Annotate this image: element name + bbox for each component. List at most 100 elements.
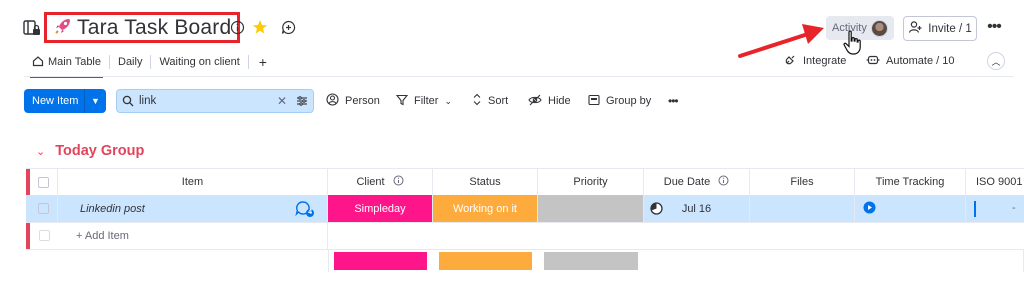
column-header-client[interactable]: Client (328, 169, 433, 195)
chat-icon[interactable] (279, 18, 297, 36)
eye-off-icon (528, 94, 542, 109)
iso-cell[interactable]: - (966, 195, 1024, 222)
robot-icon (866, 54, 880, 69)
table-row[interactable]: Linkedin post 4 Simpleday Working on it … (26, 195, 1024, 223)
add-view-button[interactable]: + (249, 51, 277, 73)
column-label: Status (469, 176, 501, 188)
column-header-time-tracking[interactable]: Time Tracking (855, 169, 966, 195)
search-options-icon[interactable] (291, 95, 313, 107)
client-cell[interactable]: Simpleday (328, 195, 433, 222)
search-input[interactable]: link ✕ (116, 89, 314, 113)
row-checkbox (30, 222, 58, 249)
due-date-cell[interactable]: Jul 16 (644, 195, 750, 222)
files-cell[interactable] (750, 195, 855, 222)
home-icon (32, 55, 44, 70)
star-icon[interactable] (251, 18, 269, 36)
integrate-label: Integrate (803, 55, 847, 67)
chevron-up-icon: ︿ (991, 56, 1001, 67)
board-lock-icon[interactable] (22, 18, 42, 38)
add-item-row: + Add Item (26, 222, 1024, 250)
more-options-icon[interactable]: ••• (985, 19, 1003, 36)
due-date-value: Jul 16 (681, 202, 712, 215)
invite-button[interactable]: Invite / 1 (903, 16, 977, 41)
item-name[interactable]: Linkedin post (80, 203, 145, 215)
checkbox-icon (38, 176, 49, 188)
rocket-icon (53, 16, 73, 40)
automate-button[interactable]: Automate / 10 (866, 52, 955, 70)
tab-waiting-on-client[interactable]: Waiting on client (151, 51, 247, 73)
column-label: Priority (573, 176, 608, 188)
person-label: Person (345, 95, 380, 107)
collapse-header-button[interactable]: ︿ (987, 52, 1005, 70)
updates-bubble-icon[interactable] (295, 200, 315, 221)
sort-button[interactable]: Sort (472, 89, 508, 113)
tab-label: Daily (118, 56, 143, 68)
row-checkbox[interactable] (30, 195, 58, 222)
clear-search-icon[interactable]: ✕ (277, 94, 291, 108)
hide-label: Hide (548, 95, 571, 107)
group-by-button[interactable]: Group by (588, 89, 651, 113)
column-header-files[interactable]: Files (750, 169, 855, 195)
add-item-input[interactable]: + Add Item (58, 222, 328, 249)
status-cell[interactable]: Working on it (433, 195, 538, 222)
page-title[interactable]: Tara Task Board (77, 16, 231, 40)
table-header-row: Item Client Status Priority Due Date Fil… (26, 168, 1024, 196)
info-icon[interactable] (718, 175, 729, 189)
new-item-label: New Item (32, 95, 79, 107)
automate-label: Automate / 10 (886, 55, 955, 67)
add-item-label: + Add Item (76, 229, 129, 242)
chevron-down-icon[interactable]: ⌄ (36, 145, 45, 158)
updates-count: 4 (308, 209, 312, 216)
search-icon (117, 95, 139, 107)
tab-label: Main Table (48, 56, 101, 68)
sort-icon (472, 93, 482, 109)
column-header-status[interactable]: Status (433, 169, 538, 195)
column-label: Due Date (663, 176, 711, 188)
tab-main-table[interactable]: Main Table (24, 51, 109, 78)
column-header-item[interactable]: Item (58, 169, 328, 195)
plug-icon (784, 53, 797, 69)
board-toolbar: New Item ▼ link ✕ Person Filter ⌄ Sort H… (24, 89, 1014, 113)
column-label: Time Tracking (875, 176, 945, 188)
chevron-down-icon[interactable]: ▼ (85, 96, 106, 106)
priority-cell[interactable] (538, 195, 644, 222)
person-filter-button[interactable]: Person (326, 89, 380, 113)
group-by-label: Group by (606, 95, 652, 107)
add-person-icon (908, 20, 922, 37)
board-header: Tara Task Board Activity Invite / 1 ••• … (0, 0, 1024, 88)
group-header[interactable]: ⌄ Today Group (36, 143, 144, 159)
search-value[interactable]: link (139, 95, 277, 107)
column-label: Client (356, 176, 385, 188)
view-tabs: Main Table Daily Waiting on client + (24, 50, 277, 78)
filter-button[interactable]: Filter ⌄ (395, 89, 452, 113)
column-header-priority[interactable]: Priority (538, 169, 644, 195)
iso-value: - (1012, 202, 1016, 214)
more-actions-icon[interactable]: ••• (668, 89, 679, 113)
tab-daily[interactable]: Daily (110, 51, 150, 73)
avatar (870, 19, 888, 37)
column-header-iso[interactable]: ISO 9001 S (966, 169, 1024, 195)
time-tracking-cell[interactable] (855, 195, 966, 222)
integrate-button[interactable]: Integrate (784, 52, 846, 70)
person-icon (326, 93, 339, 109)
info-icon[interactable] (228, 18, 246, 36)
filter-icon (395, 94, 409, 109)
new-item-button[interactable]: New Item ▼ (24, 89, 106, 113)
group-title[interactable]: Today Group (55, 143, 144, 159)
invite-label: Invite / 1 (928, 22, 972, 35)
status-value: Working on it (453, 202, 517, 215)
select-all-checkbox[interactable] (30, 169, 58, 195)
group-by-icon (588, 94, 600, 109)
column-label: Files (790, 176, 814, 188)
summary-row (328, 250, 1024, 272)
filter-label: Filter (414, 95, 439, 107)
item-cell[interactable]: Linkedin post 4 (58, 195, 328, 222)
chevron-down-icon: ⌄ (444, 95, 452, 106)
tabs-divider (24, 76, 1014, 77)
clock-progress-icon (650, 202, 663, 218)
info-icon[interactable] (393, 175, 404, 189)
hide-button[interactable]: Hide (528, 89, 571, 113)
client-value: Simpleday (354, 202, 406, 215)
column-header-due-date[interactable]: Due Date (644, 169, 750, 195)
play-icon[interactable] (863, 201, 876, 217)
